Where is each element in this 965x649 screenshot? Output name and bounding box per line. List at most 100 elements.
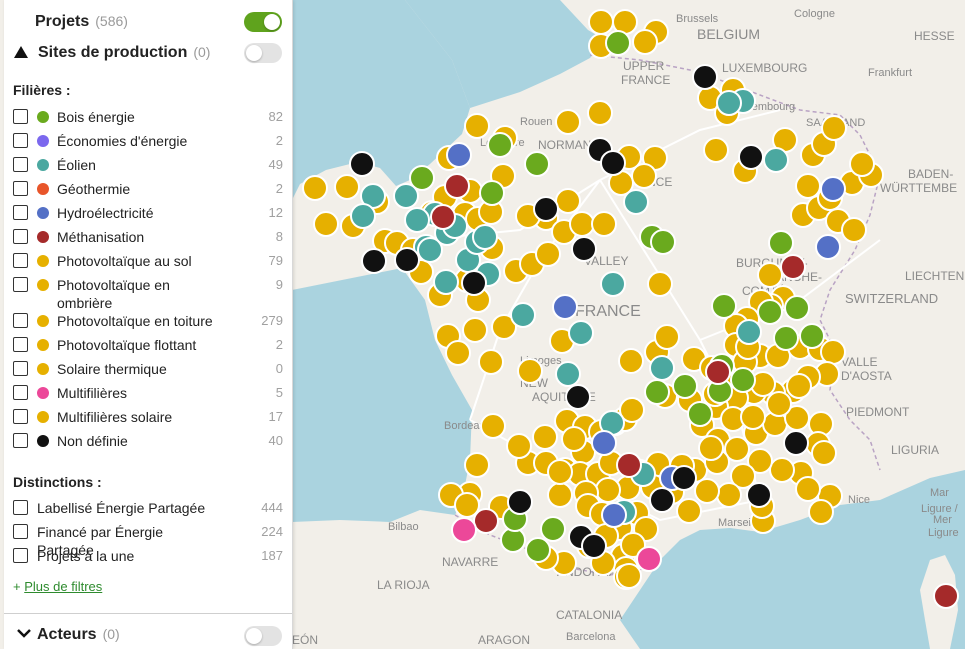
project-marker[interactable] (786, 373, 812, 399)
project-marker[interactable] (535, 241, 561, 267)
project-marker[interactable] (525, 537, 551, 563)
project-marker[interactable] (784, 295, 810, 321)
project-marker[interactable] (692, 64, 718, 90)
project-marker[interactable] (591, 211, 617, 237)
project-marker[interactable] (480, 413, 506, 439)
filiere-checkbox[interactable] (13, 385, 28, 400)
project-marker[interactable] (571, 236, 597, 262)
project-marker[interactable] (671, 465, 697, 491)
project-marker[interactable] (705, 359, 731, 385)
project-marker[interactable] (581, 533, 607, 559)
project-marker[interactable] (768, 230, 794, 256)
project-marker[interactable] (605, 30, 631, 56)
project-marker[interactable] (649, 355, 675, 381)
project-marker[interactable] (433, 269, 459, 295)
project-marker[interactable] (600, 150, 626, 176)
distinction-item[interactable]: Financé par Énergie Partagée 224 (13, 521, 283, 558)
filiere-item[interactable]: Géothermie 2 (13, 178, 283, 200)
project-marker[interactable] (506, 433, 532, 459)
project-marker[interactable] (746, 482, 772, 508)
chevron-down-icon[interactable] (17, 628, 31, 638)
project-marker[interactable] (430, 204, 456, 230)
filiere-checkbox[interactable] (13, 133, 28, 148)
filiere-item[interactable]: Bois énergie 82 (13, 106, 283, 128)
project-marker[interactable] (769, 457, 795, 483)
project-marker[interactable] (632, 29, 658, 55)
project-marker[interactable] (510, 302, 536, 328)
filiere-checkbox[interactable] (13, 277, 28, 292)
distinction-item[interactable]: Labellisé Énergie Partagée 444 (13, 497, 283, 519)
project-marker[interactable] (547, 482, 573, 508)
project-marker[interactable] (540, 516, 566, 542)
project-marker[interactable] (795, 476, 821, 502)
projets-header[interactable]: Projets (586) (4, 4, 292, 40)
distinction-checkbox[interactable] (13, 524, 28, 539)
project-marker[interactable] (740, 404, 766, 430)
filiere-item[interactable]: Éolien 49 (13, 154, 283, 176)
project-marker[interactable] (588, 9, 614, 35)
filiere-item[interactable]: Non définie 40 (13, 430, 283, 452)
project-marker[interactable] (808, 499, 834, 525)
project-marker[interactable] (533, 196, 559, 222)
project-marker[interactable] (716, 482, 742, 508)
project-marker[interactable] (595, 477, 621, 503)
project-marker[interactable] (394, 247, 420, 273)
project-marker[interactable] (799, 323, 825, 349)
filiere-item[interactable]: Photovoltaïque flottant 2 (13, 334, 283, 356)
filiere-item[interactable]: Photovoltaïque en ombrière 9 (13, 274, 283, 311)
project-marker[interactable] (349, 151, 375, 177)
project-marker[interactable] (600, 271, 626, 297)
filiere-item[interactable]: Photovoltaïque en toiture 279 (13, 310, 283, 332)
project-marker[interactable] (644, 379, 670, 405)
distinction-item[interactable]: Projets à la une 187 (13, 545, 283, 567)
project-marker[interactable] (672, 373, 698, 399)
filiere-checkbox[interactable] (13, 157, 28, 172)
project-marker[interactable] (616, 452, 642, 478)
filiere-checkbox[interactable] (13, 409, 28, 424)
project-marker[interactable] (815, 234, 841, 260)
project-marker[interactable] (461, 270, 487, 296)
project-marker[interactable] (464, 113, 490, 139)
project-marker[interactable] (361, 248, 387, 274)
more-filters-label[interactable]: Plus de filtres (24, 579, 102, 594)
project-marker[interactable] (454, 492, 480, 518)
project-marker[interactable] (811, 440, 837, 466)
project-marker[interactable] (711, 293, 737, 319)
project-marker[interactable] (738, 144, 764, 170)
filiere-item[interactable]: Multifilières solaire 17 (13, 406, 283, 428)
project-marker[interactable] (650, 229, 676, 255)
filiere-checkbox[interactable] (13, 253, 28, 268)
project-marker[interactable] (561, 426, 587, 452)
filiere-item[interactable]: Solaire thermique 0 (13, 358, 283, 380)
project-marker[interactable] (517, 358, 543, 384)
project-marker[interactable] (445, 340, 471, 366)
project-marker[interactable] (464, 452, 490, 478)
project-marker[interactable] (404, 207, 430, 233)
project-marker[interactable] (773, 325, 799, 351)
projets-toggle[interactable] (244, 12, 282, 32)
project-marker[interactable] (676, 498, 702, 524)
project-marker[interactable] (417, 237, 443, 263)
project-marker[interactable] (587, 100, 613, 126)
project-marker[interactable] (302, 175, 328, 201)
acteurs-header[interactable]: Acteurs (0) (4, 618, 292, 649)
project-marker[interactable] (446, 142, 472, 168)
project-marker[interactable] (555, 109, 581, 135)
project-marker[interactable] (555, 361, 581, 387)
filiere-item[interactable]: Hydroélectricité 12 (13, 202, 283, 224)
project-marker[interactable] (703, 137, 729, 163)
project-marker[interactable] (623, 189, 649, 215)
project-marker[interactable] (687, 401, 713, 427)
filiere-item[interactable]: Méthanisation 8 (13, 226, 283, 248)
project-marker[interactable] (849, 151, 875, 177)
acteurs-toggle[interactable] (244, 626, 282, 646)
project-marker[interactable] (757, 262, 783, 288)
project-marker[interactable] (601, 502, 627, 528)
project-marker[interactable] (654, 324, 680, 350)
project-marker[interactable] (649, 487, 675, 513)
distinction-checkbox[interactable] (13, 500, 28, 515)
project-marker[interactable] (694, 478, 720, 504)
filiere-checkbox[interactable] (13, 361, 28, 376)
project-marker[interactable] (841, 217, 867, 243)
project-marker[interactable] (472, 224, 498, 250)
